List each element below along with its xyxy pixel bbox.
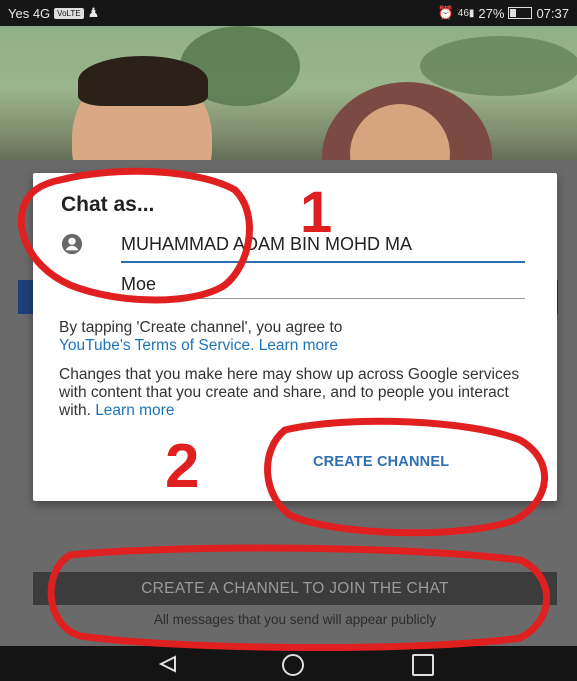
nav-home-icon[interactable] xyxy=(282,654,304,676)
nav-back-icon[interactable] xyxy=(158,655,178,673)
terms-of-service-link[interactable]: YouTube's Terms of Service. xyxy=(59,337,254,354)
battery-percent: 27% xyxy=(478,5,505,21)
changes-paragraph: Changes that you make here may show up a… xyxy=(59,366,529,420)
terms-text: By tapping 'Create channel', you agree t… xyxy=(59,319,343,336)
terms-paragraph: By tapping 'Create channel', you agree t… xyxy=(59,319,529,355)
channel-handle-input[interactable]: Moe xyxy=(121,270,525,299)
alarm-icon: ⏰ xyxy=(437,5,454,20)
person-status-icon: ♟ xyxy=(87,5,100,20)
person-icon xyxy=(61,233,83,255)
join-chat-button[interactable]: CREATE A CHANNEL TO JOIN THE CHAT xyxy=(33,572,557,605)
create-channel-button[interactable]: CREATE CHANNEL xyxy=(313,454,449,470)
signal-icon: 46▮ xyxy=(457,7,475,19)
video-subject-hair xyxy=(78,56,208,106)
changes-learn-more-link[interactable]: Learn more xyxy=(95,402,174,419)
terms-learn-more-link[interactable]: Learn more xyxy=(259,337,338,354)
volte-badge: VoLTE xyxy=(54,7,84,19)
clock: 07:37 xyxy=(536,5,569,21)
battery-icon xyxy=(508,7,533,19)
dialog-title: Chat as... xyxy=(61,193,155,216)
carrier-label: Yes 4G xyxy=(8,5,51,21)
status-bar: Yes 4G VoLTE ♟ ⏰ 46▮ 27% 07:37 xyxy=(0,0,577,26)
background-tree xyxy=(420,36,577,96)
nav-recents-icon[interactable] xyxy=(412,654,434,676)
chat-as-dialog: Chat as... MUHAMMAD ADAM BIN MOHD MA Moe… xyxy=(33,173,557,501)
status-right: ⏰ 46▮ 27% 07:37 xyxy=(438,5,569,21)
navigation-bar xyxy=(0,646,577,681)
channel-name-input[interactable]: MUHAMMAD ADAM BIN MOHD MA xyxy=(121,229,525,263)
public-messages-note: All messages that you send will appear p… xyxy=(153,612,437,627)
status-left: Yes 4G VoLTE ♟ xyxy=(8,5,99,21)
